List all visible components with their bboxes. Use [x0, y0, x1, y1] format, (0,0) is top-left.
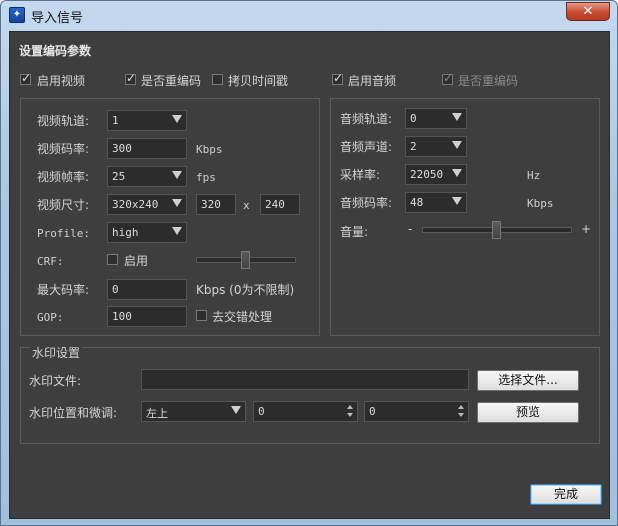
- chevron-down-icon: [172, 227, 182, 235]
- watermark-position-value: 左上: [146, 407, 168, 420]
- audio-track-value: 0: [410, 112, 417, 125]
- video-track-select[interactable]: 1: [107, 110, 187, 131]
- chevron-down-icon: [231, 406, 241, 414]
- chevron-down-icon: [172, 199, 182, 207]
- copy-timestamp-label: 拷贝时间戳: [228, 74, 289, 88]
- audio-bitrate-select[interactable]: 48: [405, 192, 467, 213]
- encode-section-title: 设置编码参数: [19, 44, 92, 58]
- max-bitrate-input[interactable]: 0: [107, 279, 187, 300]
- spin-down-icon[interactable]: [345, 411, 356, 420]
- watermark-position-label: 水印位置和微调:: [29, 406, 118, 420]
- dialog-window: ✦ 导入信号 ✕ 设置编码参数 启用视频 是否重编码 拷贝时间戳 启用音频 是否…: [0, 0, 618, 526]
- video-track-value: 1: [112, 114, 119, 127]
- choose-file-button[interactable]: 选择文件...: [477, 370, 579, 391]
- audio-track-select[interactable]: 0: [405, 108, 467, 129]
- volume-plus-label: +: [581, 222, 592, 236]
- video-bitrate-input[interactable]: 300: [107, 138, 187, 159]
- video-size-value: 320x240: [112, 198, 159, 211]
- deinterlace-checkbox[interactable]: [196, 310, 207, 321]
- video-reencode-label: 是否重编码: [141, 74, 202, 88]
- crf-label: CRF:: [37, 255, 64, 268]
- watermark-position-select[interactable]: 左上: [141, 401, 246, 422]
- video-height-value: 240: [265, 198, 285, 211]
- video-fps-label: 视频帧率:: [37, 170, 90, 184]
- profile-label: Profile:: [37, 227, 90, 240]
- max-bitrate-value: 0: [112, 283, 119, 296]
- offset-y-value: 0: [369, 405, 376, 418]
- sample-rate-label: 采样率:: [340, 168, 381, 182]
- size-separator: x: [243, 199, 250, 212]
- offset-x-stepper[interactable]: 0: [253, 401, 358, 422]
- video-size-select[interactable]: 320x240: [107, 194, 187, 215]
- watermark-settings-group: [20, 347, 600, 444]
- max-bitrate-label: 最大码率:: [37, 283, 90, 297]
- sample-rate-select[interactable]: 22050: [405, 164, 467, 185]
- enable-audio-checkbox[interactable]: [332, 71, 343, 85]
- video-width-input[interactable]: 320: [196, 194, 236, 215]
- enable-video-label: 启用视频: [37, 74, 86, 88]
- video-height-input[interactable]: 240: [260, 194, 300, 215]
- audio-bitrate-value: 48: [410, 196, 424, 209]
- max-bitrate-unit: Kbps (0为不限制): [196, 283, 295, 297]
- enable-audio-label: 启用音频: [348, 74, 397, 88]
- volume-label: 音量:: [340, 225, 369, 239]
- gop-value: 100: [112, 310, 132, 323]
- window-title: 导入信号: [31, 11, 84, 26]
- app-icon: ✦: [9, 7, 25, 23]
- video-reencode-checkbox[interactable]: [125, 71, 136, 85]
- volume-slider-thumb[interactable]: [492, 221, 501, 239]
- audio-channels-value: 2: [410, 140, 417, 153]
- crf-enable-checkbox[interactable]: [107, 254, 118, 265]
- volume-minus-label: -: [408, 222, 413, 236]
- audio-bitrate-label: 音频码率:: [340, 196, 393, 210]
- audio-settings-group: [330, 98, 600, 336]
- audio-channels-label: 音频声道:: [340, 140, 393, 154]
- audio-bitrate-unit: Kbps: [527, 197, 554, 210]
- crf-slider-thumb[interactable]: [241, 251, 250, 269]
- enable-video-checkbox[interactable]: [20, 71, 31, 85]
- audio-reencode-label: 是否重编码: [458, 74, 519, 88]
- crf-enable-label: 启用: [124, 254, 149, 268]
- sample-rate-unit: Hz: [527, 169, 541, 182]
- video-size-label: 视频尺寸:: [37, 198, 90, 212]
- video-width-value: 320: [201, 198, 221, 211]
- profile-value: high: [112, 226, 139, 239]
- video-fps-select[interactable]: 25: [107, 166, 187, 187]
- chevron-down-icon: [172, 171, 182, 179]
- video-fps-value: 25: [112, 170, 126, 183]
- chevron-down-icon: [452, 197, 462, 205]
- chevron-down-icon: [452, 169, 462, 177]
- watermark-section-title: 水印设置: [30, 344, 83, 361]
- done-button[interactable]: 完成: [530, 484, 602, 505]
- audio-reencode-checkbox[interactable]: [442, 71, 453, 85]
- video-bitrate-value: 300: [112, 142, 132, 155]
- audio-track-label: 音频轨道:: [340, 112, 393, 126]
- video-track-label: 视频轨道:: [37, 114, 90, 128]
- offset-y-stepper[interactable]: 0: [364, 401, 469, 422]
- chevron-down-icon: [452, 113, 462, 121]
- video-settings-group: [20, 98, 320, 336]
- watermark-file-input[interactable]: [141, 369, 469, 390]
- close-icon: ✕: [582, 4, 594, 19]
- chevron-down-icon: [172, 115, 182, 123]
- offset-x-value: 0: [258, 405, 265, 418]
- audio-channels-select[interactable]: 2: [405, 136, 467, 157]
- gop-input[interactable]: 100: [107, 306, 187, 327]
- preview-button[interactable]: 预览: [477, 402, 579, 423]
- chevron-down-icon: [452, 141, 462, 149]
- deinterlace-label: 去交错处理: [212, 310, 273, 324]
- gop-label: GOP:: [37, 311, 64, 324]
- video-bitrate-label: 视频码率:: [37, 142, 90, 156]
- video-fps-unit: fps: [196, 171, 216, 184]
- close-button[interactable]: ✕: [566, 2, 610, 21]
- copy-timestamp-checkbox[interactable]: [212, 74, 223, 85]
- dialog-client-area: 设置编码参数 启用视频 是否重编码 拷贝时间戳 启用音频 是否重编码 视频轨道:…: [9, 31, 610, 519]
- video-bitrate-unit: Kbps: [196, 143, 223, 156]
- spin-down-icon[interactable]: [456, 411, 467, 420]
- watermark-file-label: 水印文件:: [29, 374, 82, 388]
- profile-select[interactable]: high: [107, 222, 187, 243]
- title-bar[interactable]: ✦ 导入信号 ✕: [1, 1, 617, 29]
- sample-rate-value: 22050: [410, 168, 444, 181]
